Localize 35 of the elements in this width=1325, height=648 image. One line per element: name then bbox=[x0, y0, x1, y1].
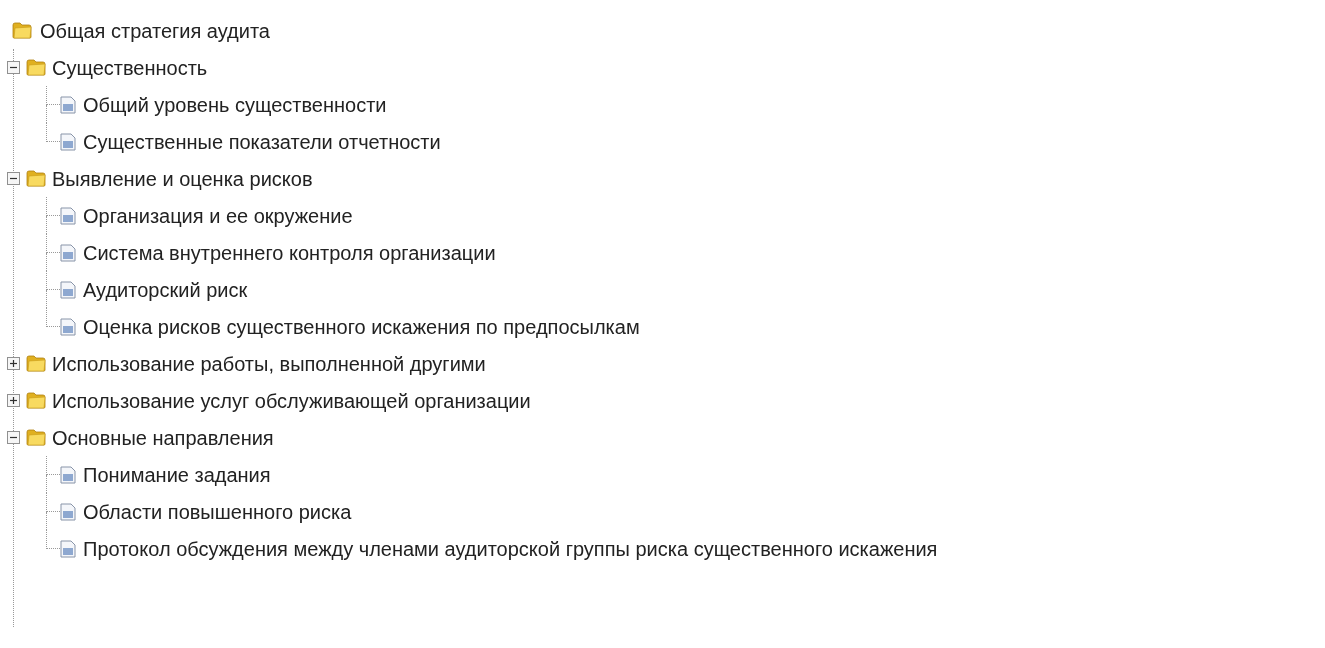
collapse-icon[interactable] bbox=[7, 431, 20, 444]
tree-item-label[interactable]: Понимание задания bbox=[83, 459, 271, 490]
tree-item-label[interactable]: Основные направления bbox=[52, 422, 274, 453]
folder-icon bbox=[26, 355, 46, 372]
tree-item-label[interactable]: Выявление и оценка рисков bbox=[52, 163, 313, 194]
expand-icon[interactable] bbox=[7, 394, 20, 407]
collapse-icon[interactable] bbox=[7, 172, 20, 185]
tree-item-label[interactable]: Общая стратегия аудита bbox=[40, 15, 270, 46]
document-icon bbox=[60, 465, 76, 484]
document-icon bbox=[60, 243, 76, 262]
document-icon bbox=[60, 502, 76, 521]
document-icon bbox=[60, 206, 76, 225]
tree-item-label[interactable]: Использование услуг обслуживающей организации bbox=[52, 385, 531, 416]
tree-item-label[interactable]: Области повышенного риска bbox=[83, 496, 352, 527]
expand-icon[interactable] bbox=[7, 357, 20, 370]
folder-icon bbox=[12, 22, 32, 39]
collapse-icon[interactable] bbox=[7, 61, 20, 74]
document-icon bbox=[60, 317, 76, 336]
tree-item-label[interactable]: Использование работы, выполненной другими bbox=[52, 348, 486, 379]
folder-icon bbox=[26, 429, 46, 446]
tree-item-label[interactable]: Организация и ее окружение bbox=[83, 200, 353, 231]
folder-icon bbox=[26, 170, 46, 187]
tree-item-label[interactable]: Система внутреннего контроля организации bbox=[83, 237, 496, 268]
tree-item-label[interactable]: Аудиторский риск bbox=[83, 274, 248, 305]
document-icon bbox=[60, 132, 76, 151]
tree-item-label[interactable]: Оценка рисков существенного искажения по предпосылкам bbox=[83, 311, 640, 342]
tree-item-label[interactable]: Существенные показатели отчетности bbox=[83, 126, 441, 157]
folder-icon bbox=[26, 59, 46, 76]
folder-icon bbox=[26, 392, 46, 409]
document-icon bbox=[60, 95, 76, 114]
tree-item-label[interactable]: Существенность bbox=[52, 52, 208, 83]
tree-item-label[interactable]: Общий уровень существенности bbox=[83, 89, 387, 120]
document-icon bbox=[60, 539, 76, 558]
document-icon bbox=[60, 280, 76, 299]
tree-item-label[interactable]: Протокол обсуждения между членами аудиторской группы риска существенного искажения bbox=[83, 533, 938, 564]
